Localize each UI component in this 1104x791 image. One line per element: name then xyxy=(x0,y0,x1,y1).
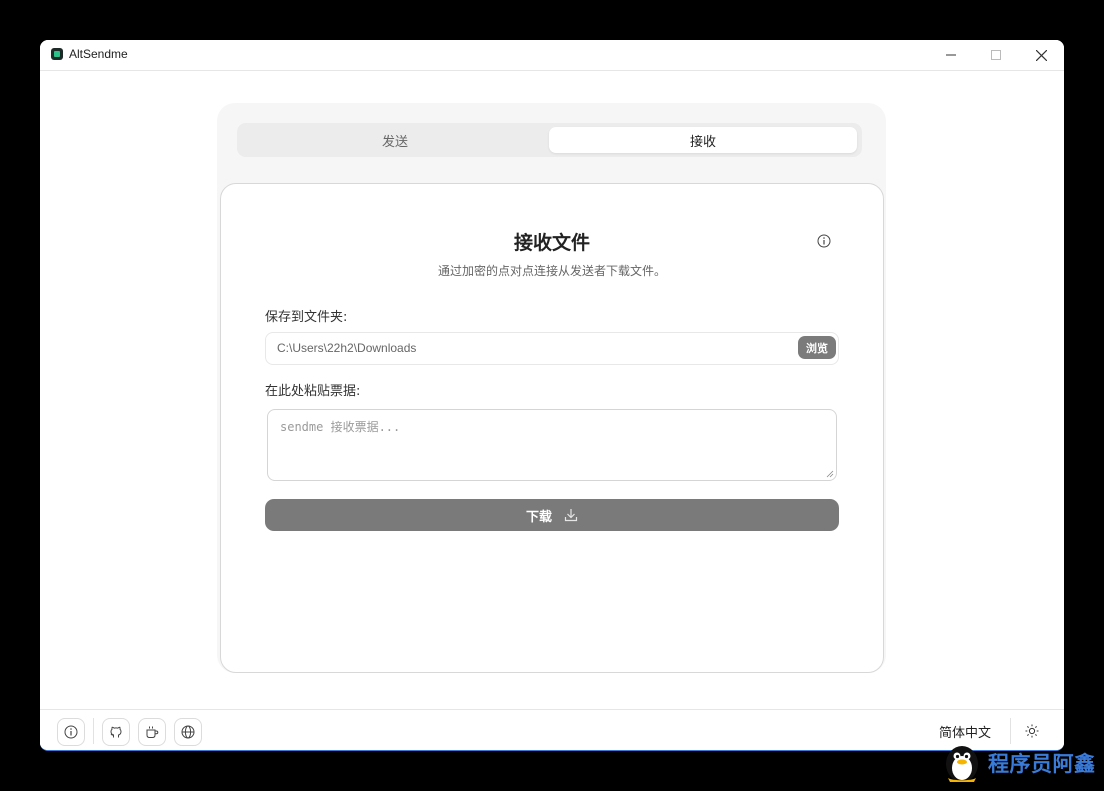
theme-toggle-button[interactable] xyxy=(1024,723,1040,739)
coffee-icon xyxy=(146,726,159,738)
transfer-panel: 发送 接收 接收文件 通过加密的点对点连接从发送者下载文件。 保存到文件夹: C… xyxy=(217,103,886,673)
watermark-text: 程序员阿鑫 xyxy=(988,752,1096,776)
footer-bar: 简体中文 xyxy=(40,709,1064,750)
info-icon xyxy=(817,234,831,248)
app-title: AltSendme xyxy=(69,47,128,61)
github-icon xyxy=(110,726,122,738)
coffee-button[interactable] xyxy=(138,718,166,746)
tab-receive[interactable]: 接收 xyxy=(549,127,857,153)
about-button[interactable] xyxy=(57,718,85,746)
mode-tabs: 发送 接收 xyxy=(237,123,862,157)
tab-send[interactable]: 发送 xyxy=(241,127,549,153)
info-icon xyxy=(64,725,78,739)
app-icon xyxy=(51,48,63,60)
watermark: 程序员阿鑫 xyxy=(940,740,1100,784)
ticket-input[interactable]: sendme 接收票据... xyxy=(267,409,837,481)
browse-button[interactable]: 浏览 xyxy=(798,336,836,359)
minimize-icon xyxy=(946,54,956,56)
receive-card: 接收文件 通过加密的点对点连接从发送者下载文件。 保存到文件夹: C:\User… xyxy=(220,183,884,673)
penguin-logo xyxy=(946,746,978,782)
download-icon xyxy=(564,508,578,522)
title-bar: AltSendme xyxy=(40,40,1064,71)
close-button[interactable] xyxy=(1018,40,1064,70)
close-icon xyxy=(1035,49,1047,61)
folder-path-field[interactable]: C:\Users\22h2\Downloads 浏览 xyxy=(265,332,839,365)
globe-icon xyxy=(181,725,195,739)
resize-grip-icon[interactable] xyxy=(826,470,834,478)
folder-label: 保存到文件夹: xyxy=(265,310,348,325)
ticket-placeholder: sendme 接收票据... xyxy=(280,420,401,434)
github-button[interactable] xyxy=(102,718,130,746)
download-button[interactable]: 下载 xyxy=(265,499,839,531)
main-content: 发送 接收 接收文件 通过加密的点对点连接从发送者下载文件。 保存到文件夹: C… xyxy=(40,71,1064,709)
language-selector[interactable]: 简体中文 xyxy=(939,722,991,741)
info-button[interactable] xyxy=(817,233,831,248)
minimize-button[interactable] xyxy=(928,40,974,70)
maximize-button[interactable] xyxy=(973,40,1019,70)
sun-icon xyxy=(1025,724,1039,738)
maximize-icon xyxy=(991,50,1001,60)
app-window: AltSendme 发送 接收 接收文件 通过加密的点对点连接从发送者下载文件。… xyxy=(40,40,1064,751)
website-button[interactable] xyxy=(174,718,202,746)
ticket-label: 在此处粘贴票据: xyxy=(265,384,361,399)
download-button-label: 下载 xyxy=(525,509,552,525)
page-subtitle: 通过加密的点对点连接从发送者下载文件。 xyxy=(437,264,666,278)
folder-path-value: C:\Users\22h2\Downloads xyxy=(277,341,417,355)
footer-divider xyxy=(93,718,94,744)
page-title: 接收文件 xyxy=(513,232,590,254)
